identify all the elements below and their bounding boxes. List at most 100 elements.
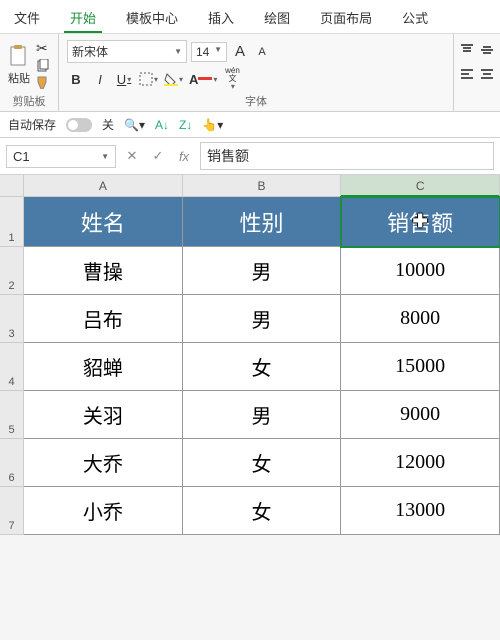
row-header[interactable]: 2 [0,247,24,295]
bold-button[interactable]: B [67,69,85,89]
font-name-value: 新宋体 [72,43,108,60]
autosave-toggle[interactable] [66,118,92,132]
chevron-down-icon: ▾ [179,75,183,84]
clipboard-label: 剪贴板 [8,93,50,109]
underline-button[interactable]: U▾ [115,69,133,89]
paste-button[interactable]: 粘贴 [8,44,30,86]
italic-button[interactable]: I [91,69,109,89]
increase-font-icon[interactable]: A [231,42,249,62]
font-color-button[interactable]: A▾ [189,69,217,89]
chevron-down-icon: ▾ [127,75,131,84]
cell[interactable]: 女 [183,343,342,391]
name-box[interactable]: C1▼ [6,145,116,168]
cell[interactable]: 关羽 [24,391,183,439]
chevron-down-icon: ▼ [214,45,222,59]
cursor-icon: ✚ [413,211,428,232]
row-header[interactable]: 5 [0,391,24,439]
table-row: 小乔 女 13000 [24,487,500,535]
quick-toolbar: 自动保存 关 🔍▾ A↓ Z↓ 👆▾ [0,112,500,138]
cell[interactable]: 8000 [341,295,500,343]
menu-draw[interactable]: 绘图 [258,4,296,33]
cut-icon[interactable]: ✂ [36,40,50,57]
cell[interactable]: 10000 [341,247,500,295]
align-middle-icon[interactable] [478,40,496,60]
font-name-select[interactable]: 新宋体 ▼ [67,40,187,63]
table-row: 关羽 男 9000 [24,391,500,439]
menu-template[interactable]: 模板中心 [120,4,184,33]
decrease-font-icon[interactable]: A [253,42,271,62]
cancel-icon[interactable]: ✕ [122,148,142,164]
menu-layout[interactable]: 页面布局 [314,4,378,33]
font-group: 新宋体 ▼ 14 ▼ A A B I U▾ ▾ ▾ A▾ wén文▾ 字体 [59,34,454,111]
row-header[interactable]: 6 [0,439,24,487]
cell[interactable]: 男 [183,391,342,439]
confirm-icon[interactable]: ✓ [148,148,168,164]
table-row: 吕布 男 8000 [24,295,500,343]
cell[interactable]: 吕布 [24,295,183,343]
autosave-off: 关 [102,116,114,133]
row-header[interactable]: 4 [0,343,24,391]
col-header-a[interactable]: A [24,175,183,197]
cell[interactable]: 9000 [341,391,500,439]
paste-label: 粘贴 [8,70,30,86]
chevron-down-icon: ▾ [213,75,217,84]
clipboard-group: 粘贴 ✂ 剪贴板 [0,34,59,111]
sort-asc-icon[interactable]: A↓ [155,118,169,132]
touch-icon[interactable]: 👆▾ [202,118,223,132]
spreadsheet: 1 2 3 4 5 6 7 A B C 姓名 性别 销售额✚ 曹操 男 1000… [0,175,500,535]
cell-selected[interactable]: 销售额✚ [341,197,500,247]
menu-bar: 文件 开始 模板中心 插入 绘图 页面布局 公式 [0,0,500,34]
table-row: 姓名 性别 销售额✚ [24,197,500,247]
row-header[interactable]: 3 [0,295,24,343]
cell[interactable]: 15000 [341,343,500,391]
table-row: 曹操 男 10000 [24,247,500,295]
column-headers: A B C [24,175,500,197]
row-header[interactable]: 1 [0,197,24,247]
cell[interactable]: 大乔 [24,439,183,487]
cell[interactable]: 12000 [341,439,500,487]
copy-icon[interactable] [36,59,50,73]
formula-bar: C1▼ ✕ ✓ fx 销售额 [0,138,500,175]
menu-formula[interactable]: 公式 [396,4,434,33]
cell[interactable]: 曹操 [24,247,183,295]
font-size-value: 14 [196,45,209,59]
align-left-icon[interactable] [458,64,476,84]
paste-icon [8,44,30,68]
cell[interactable]: 女 [183,439,342,487]
cell[interactable]: 13000 [341,487,500,535]
menu-file[interactable]: 文件 [8,4,46,33]
formula-input[interactable]: 销售额 [200,142,494,170]
fill-color-button[interactable]: ▾ [164,69,183,89]
phonetic-button[interactable]: wén文▾ [223,69,241,89]
align-center-icon[interactable] [478,64,496,84]
select-all-corner[interactable] [0,175,24,197]
ribbon: 粘贴 ✂ 剪贴板 新宋体 ▼ 14 ▼ A A B I U▾ ▾ ▾ A▾ wén文… [0,34,500,112]
sort-desc-icon[interactable]: Z↓ [179,118,192,132]
font-size-select[interactable]: 14 ▼ [191,42,227,62]
cell[interactable]: 貂蝉 [24,343,183,391]
autosave-label: 自动保存 [8,116,56,133]
cell[interactable]: 男 [183,295,342,343]
align-top-icon[interactable] [458,40,476,60]
chevron-down-icon: ▾ [154,75,158,84]
row-header[interactable]: 7 [0,487,24,535]
cell-ref: C1 [13,149,30,164]
cell[interactable]: 男 [183,247,342,295]
menu-home[interactable]: 开始 [64,4,102,33]
align-group [454,34,500,111]
search-icon[interactable]: 🔍▾ [124,118,145,132]
table-row: 貂蝉 女 15000 [24,343,500,391]
menu-insert[interactable]: 插入 [202,4,240,33]
cell[interactable]: 姓名 [24,197,183,247]
col-header-b[interactable]: B [183,175,342,197]
border-button[interactable]: ▾ [139,69,158,89]
cell[interactable]: 性别 [183,197,342,247]
font-group-label: 字体 [67,93,445,109]
cell[interactable]: 女 [183,487,342,535]
cell[interactable]: 小乔 [24,487,183,535]
row-headers: 1 2 3 4 5 6 7 [0,175,24,535]
format-painter-icon[interactable] [36,75,50,89]
col-header-c[interactable]: C [341,175,500,197]
chevron-down-icon: ▼ [174,47,182,56]
fx-icon[interactable]: fx [174,149,194,164]
